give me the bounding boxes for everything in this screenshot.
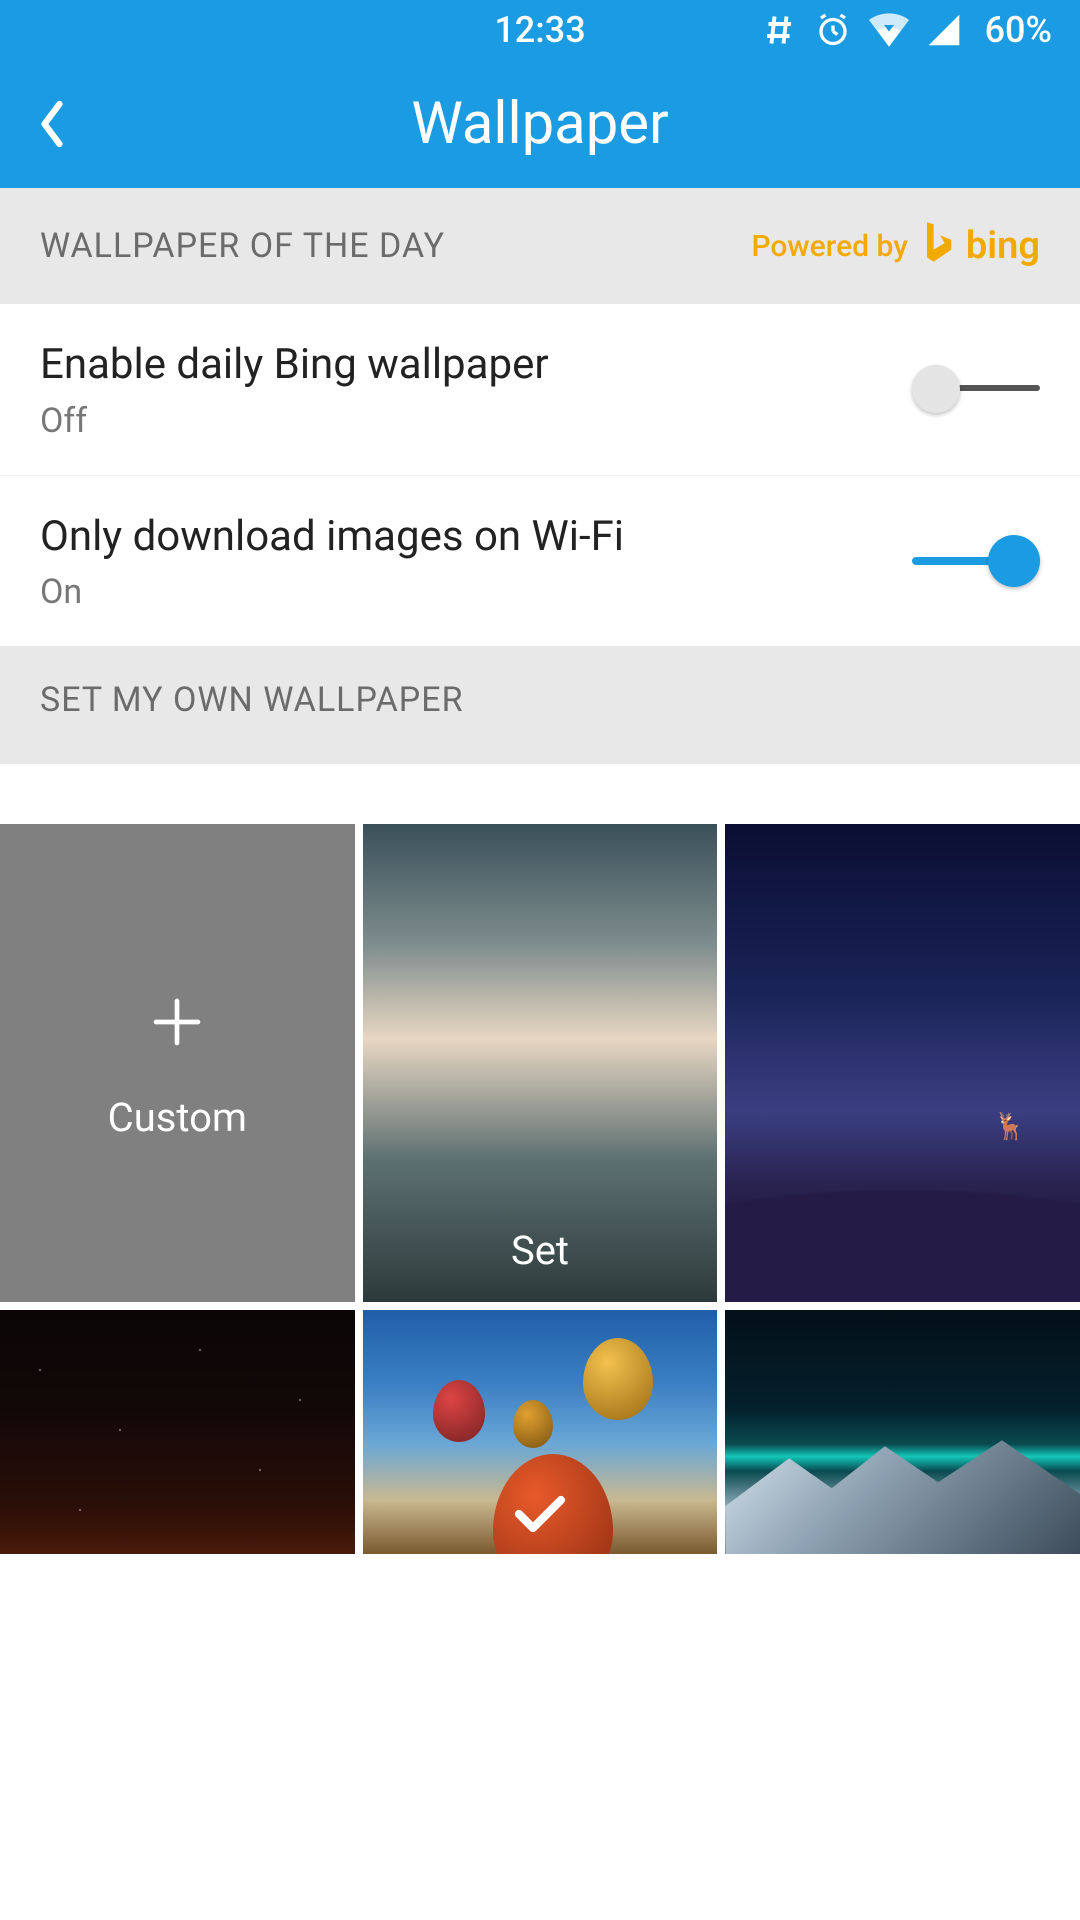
status-time: 12:33	[0, 9, 1080, 51]
app-bar: Wallpaper	[0, 60, 1080, 188]
settings-list: Enable daily Bing wallpaper Off Only dow…	[0, 304, 1080, 646]
section-title-own: SET MY OWN WALLPAPER	[40, 680, 1040, 720]
setting-wifi-only[interactable]: Only download images on Wi-Fi On	[0, 476, 1080, 647]
powered-by-label: Powered by	[751, 229, 907, 264]
setting-enable-daily-title: Enable daily Bing wallpaper	[40, 338, 912, 393]
section-header-daily: WALLPAPER OF THE DAY Powered by bing	[0, 188, 1080, 304]
setting-enable-daily-status: Off	[40, 401, 912, 441]
bing-brand-text: bing	[966, 224, 1040, 268]
section-title-daily: WALLPAPER OF THE DAY	[40, 226, 445, 266]
wallpaper-tile-2[interactable]: 🦌 Set	[725, 824, 1080, 1302]
toggle-wifi-only[interactable]	[912, 533, 1040, 589]
checkmark-icon	[512, 1492, 568, 1546]
wallpaper-tile-custom[interactable]: Custom	[0, 824, 355, 1302]
powered-by-bing: Powered by bing	[751, 220, 1040, 272]
wallpaper-tile-1[interactable]: Set	[363, 824, 718, 1302]
status-bar: 12:33 60%	[0, 0, 1080, 60]
page-title: Wallpaper	[0, 90, 1080, 158]
wallpaper-tile-5[interactable]	[725, 1310, 1080, 1554]
wallpaper-gallery: Custom Set 🦌 Set	[0, 824, 1080, 1554]
bing-icon	[918, 220, 958, 272]
wallpaper-tile-3[interactable]	[0, 1310, 355, 1554]
wallpaper-custom-label: Custom	[108, 1094, 247, 1141]
plus-icon	[149, 986, 205, 1068]
setting-wifi-only-status: On	[40, 572, 912, 612]
section-header-own: SET MY OWN WALLPAPER	[0, 646, 1080, 764]
toggle-enable-daily[interactable]	[912, 361, 1040, 417]
setting-wifi-only-title: Only download images on Wi-Fi	[40, 510, 912, 565]
wallpaper-tile-4[interactable]	[363, 1310, 718, 1554]
setting-enable-daily[interactable]: Enable daily Bing wallpaper Off	[0, 304, 1080, 476]
deer-silhouette-icon: 🦌	[994, 1112, 1026, 1142]
wallpaper-set-label: Set	[511, 1227, 569, 1274]
